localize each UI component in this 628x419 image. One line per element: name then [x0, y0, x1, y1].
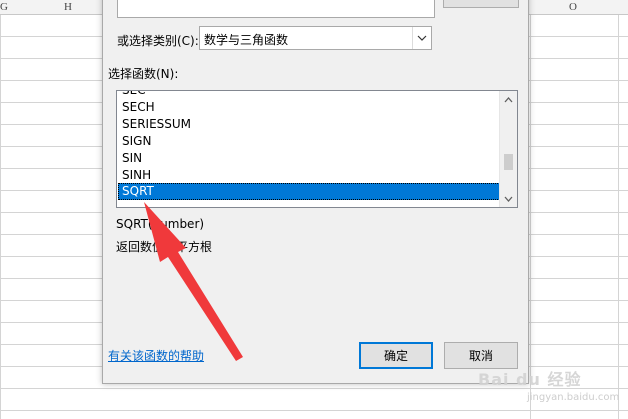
function-description: 返回数值的平方根 [116, 240, 213, 254]
scrollbar-thumb[interactable] [504, 154, 513, 170]
category-select[interactable]: 数学与三角函数 [199, 26, 432, 50]
function-list-item[interactable]: SIN [118, 150, 502, 167]
column-header-g[interactable]: G [0, 0, 8, 14]
column-header-o[interactable]: O [569, 0, 577, 14]
function-help-link[interactable]: 有关该函数的帮助 [108, 347, 204, 364]
function-list-item[interactable]: SERIESSUM [118, 116, 502, 133]
scroll-up-icon[interactable] [500, 91, 517, 108]
function-list-item[interactable]: SIGN [118, 133, 502, 150]
cancel-button[interactable]: 取消 [444, 342, 518, 369]
function-syntax: SQRT(number) [116, 217, 205, 231]
baidu-watermark-logo: Bai du 经验 [478, 370, 582, 389]
column-header-h[interactable]: H [64, 0, 72, 14]
function-search-input[interactable] [117, 0, 435, 18]
ok-button[interactable]: 确定 [359, 342, 433, 369]
scroll-down-icon[interactable] [500, 190, 517, 207]
column-gridline [530, 0, 531, 419]
function-list-label: 选择函数(N): [108, 67, 179, 81]
function-list-item[interactable]: SEC [118, 91, 502, 99]
list-scrollbar[interactable] [499, 91, 517, 207]
function-list-item[interactable]: SECH [118, 99, 502, 116]
category-label: 或选择类别(C): [117, 34, 199, 48]
category-value: 数学与三角函数 [204, 33, 289, 47]
insert-function-dialog: 或选择类别(C): 数学与三角函数 选择函数(N): SEC SECH SERI… [102, 0, 529, 384]
column-gridline [618, 0, 619, 419]
chevron-down-icon[interactable] [412, 27, 431, 49]
function-list-item[interactable]: SINH [118, 167, 502, 184]
function-list-item-selected[interactable]: SQRT [118, 183, 502, 200]
column-gridline [0, 0, 1, 419]
watermark-url: jingyan.baidu.com [527, 392, 620, 403]
go-button[interactable] [443, 0, 519, 8]
function-list[interactable]: SEC SECH SERIESSUM SIGN SIN SINH SQRT [116, 90, 518, 208]
